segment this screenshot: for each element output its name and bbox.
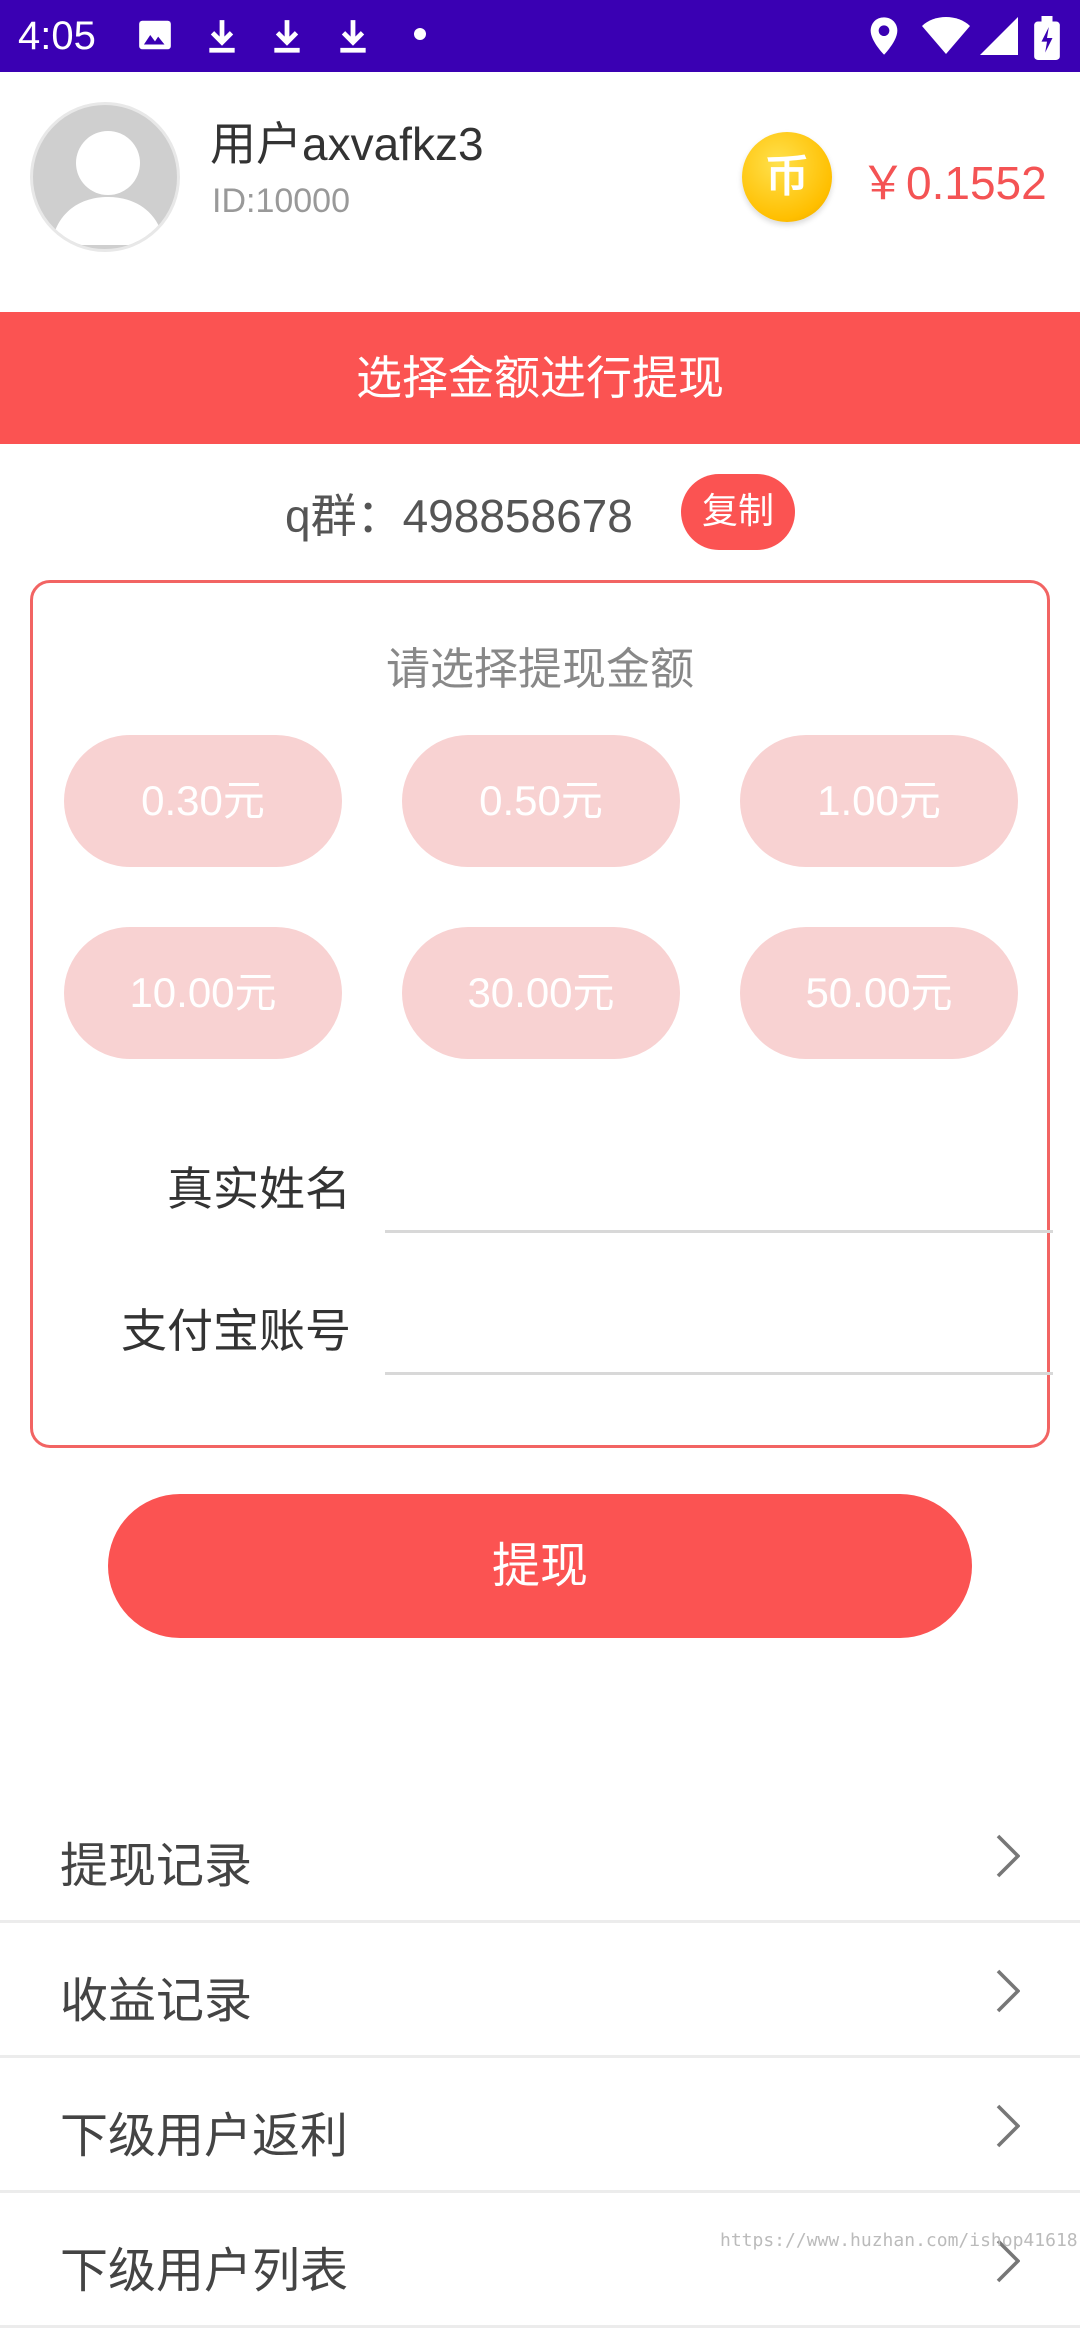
dot-icon <box>412 26 428 46</box>
menu-item-label: 提现记录 <box>60 1838 253 1894</box>
battery-icon <box>1034 16 1060 64</box>
watermark: https://www.huzhan.com/ishop41618 <box>720 2230 1078 2251</box>
coin-icon: 币 <box>742 132 832 222</box>
location-icon <box>868 16 900 60</box>
menu-item-label: 下级用户列表 <box>60 2243 349 2299</box>
amount-option[interactable]: 0.30元 <box>64 735 342 867</box>
user-header: 用户axvafkz3 ID:10000 币 ￥0.1552 <box>0 72 1080 312</box>
menu-item-sub-user-list[interactable]: 下级用户列表 <box>0 2193 1080 2328</box>
status-bar: 4:05 <box>0 0 1080 72</box>
qq-group-row: q群：498858678 复制 <box>0 470 1080 550</box>
real-name-input[interactable] <box>385 1153 1053 1233</box>
chevron-right-icon <box>996 2104 1021 2152</box>
amount-option[interactable]: 0.50元 <box>402 735 680 867</box>
amount-option[interactable]: 10.00元 <box>64 927 342 1059</box>
menu-item-label: 收益记录 <box>60 1973 253 2029</box>
card-title: 请选择提现金额 <box>386 644 694 695</box>
avatar-icon <box>51 131 165 245</box>
amount-option[interactable]: 30.00元 <box>402 927 680 1059</box>
copy-button[interactable]: 复制 <box>681 474 795 550</box>
balance: ￥0.1552 <box>860 157 1047 209</box>
status-time: 4:05 <box>18 14 96 58</box>
withdraw-banner: 选择金额进行提现 <box>0 312 1080 444</box>
chevron-right-icon <box>996 1969 1021 2017</box>
alipay-account-label: 支付宝账号 <box>121 1304 351 1358</box>
username: 用户axvafkz3 <box>210 118 484 170</box>
alipay-account-input[interactable] <box>385 1295 1053 1375</box>
menu-item-income-records[interactable]: 收益记录 <box>0 1923 1080 2058</box>
image-icon <box>136 16 174 58</box>
download-icon <box>203 16 241 60</box>
withdraw-card: 请选择提现金额 0.30元 0.50元 1.00元 10.00元 30.00元 … <box>30 580 1053 1448</box>
chevron-right-icon <box>996 1834 1021 1882</box>
signal-icon <box>980 16 1018 60</box>
amount-option[interactable]: 50.00元 <box>740 927 1018 1059</box>
download-icon <box>334 16 372 60</box>
real-name-label: 真实姓名 <box>167 1162 351 1216</box>
avatar[interactable] <box>30 102 180 252</box>
withdraw-button[interactable]: 提现 <box>108 1494 972 1638</box>
wifi-icon <box>922 16 970 60</box>
menu-item-withdraw-records[interactable]: 提现记录 <box>0 1788 1080 1923</box>
amount-option[interactable]: 1.00元 <box>740 735 1018 867</box>
menu-item-label: 下级用户返利 <box>60 2108 349 2164</box>
user-id: ID:10000 <box>212 182 350 220</box>
menu-item-sub-user-rebate[interactable]: 下级用户返利 <box>0 2058 1080 2193</box>
qq-group-text: q群：498858678 <box>285 490 633 542</box>
download-icon <box>268 16 306 60</box>
